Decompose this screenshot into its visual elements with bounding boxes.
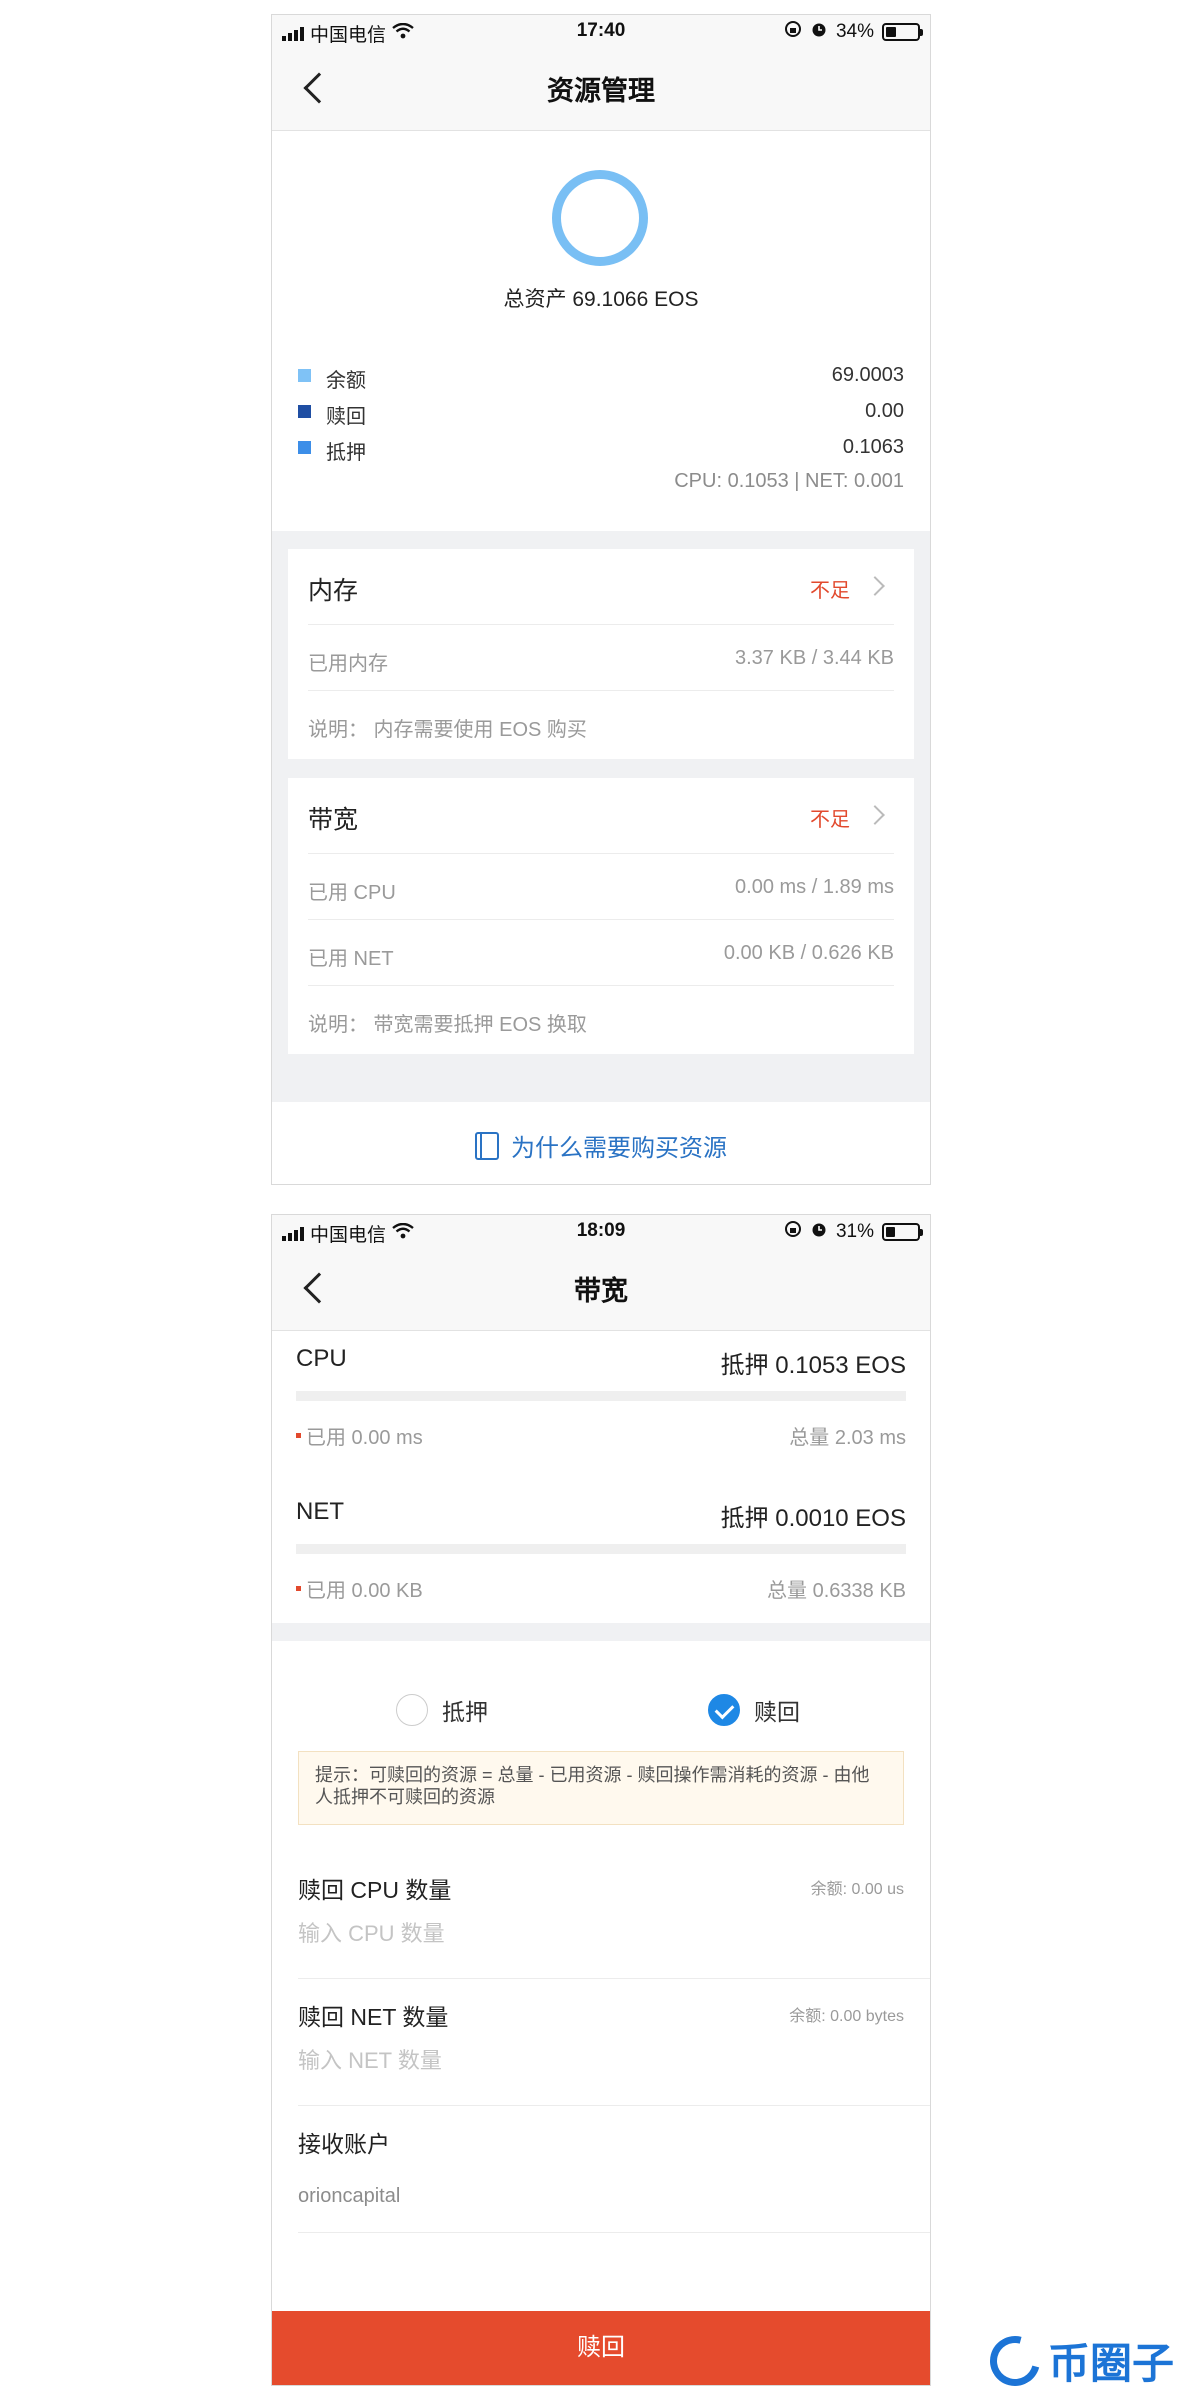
redeem-tip: 提示：可赎回的资源 = 总量 - 已用资源 - 赎回操作需消耗的资源 - 由他人… — [298, 1751, 904, 1825]
net-usage-bar — [296, 1544, 906, 1554]
option-stake-label: 抵押 — [442, 1699, 488, 1725]
net-used-label: 已用 NET — [308, 948, 394, 970]
usage-dot — [296, 1586, 301, 1592]
receiving-account-label: 接收账户 — [298, 2131, 390, 2157]
alarm-icon — [810, 20, 828, 44]
cpu-total: 总量 2.03 ms — [789, 1427, 906, 1449]
page-title: 资源管理 — [547, 76, 655, 106]
legend-value: 0.00 — [865, 400, 904, 422]
watermark-text: 币圈子 — [1048, 2340, 1175, 2387]
radio-checked-icon — [708, 1694, 740, 1726]
chevron-right-icon — [865, 805, 885, 825]
section-divider — [272, 1623, 930, 1641]
legend-item-staked: 抵押 0.1063 — [298, 434, 904, 464]
total-assets: 总资产 69.1066 EOS — [503, 288, 699, 311]
bandwidth-screen: 中国电信 18:09 31% 带宽 CPU 抵押 0.1053 EOS 已用 0… — [271, 1214, 931, 2386]
memory-card[interactable]: 内存 不足 已用内存 3.37 KB / 3.44 KB 说明： 内存需要使用 … — [288, 549, 914, 759]
alarm-icon — [810, 1220, 828, 1244]
resource-cards-area: 内存 不足 已用内存 3.37 KB / 3.44 KB 说明： 内存需要使用 … — [272, 531, 930, 1102]
bandwidth-title: 带宽 — [308, 806, 359, 834]
redeem-cpu-field: 赎回 CPU 数量 余额: 0.00 us — [298, 1853, 930, 1979]
legend-swatch — [298, 405, 311, 418]
redeem-cpu-balance: 余额: 0.00 us — [810, 1881, 904, 1898]
redeem-net-label: 赎回 NET 数量 — [298, 2004, 449, 2030]
status-bar: 中国电信 18:09 31% — [272, 1215, 930, 1247]
redeem-cpu-input[interactable] — [298, 1921, 898, 1947]
legend-label: 余额 — [326, 370, 366, 392]
memory-used-value: 3.37 KB / 3.44 KB — [735, 647, 894, 669]
legend-value: 69.0003 — [831, 364, 904, 386]
memory-note: 说明： 内存需要使用 EOS 购买 — [308, 719, 587, 741]
option-redeem-label: 赎回 — [754, 1699, 800, 1725]
legend-label: 赎回 — [326, 406, 366, 428]
cpu-used: 已用 0.00 ms — [296, 1421, 423, 1450]
bandwidth-note: 说明： 带宽需要抵押 EOS 换取 — [308, 1014, 587, 1036]
legend-label: 抵押 — [326, 442, 366, 464]
why-buy-resources-label: 为什么需要购买资源 — [511, 1135, 727, 1162]
assets-donut-chart — [552, 170, 648, 266]
status-bar: 中国电信 17:40 34% — [272, 15, 930, 47]
redeem-net-balance: 余额: 0.00 bytes — [789, 2008, 904, 2025]
cpu-stake: 抵押 0.1053 EOS — [720, 1352, 906, 1379]
battery-icon — [882, 23, 923, 41]
legend-item-balance: 余额 69.0003 — [298, 362, 904, 392]
bandwidth-card-header[interactable]: 带宽 不足 — [308, 778, 894, 854]
net-used-value: 0.00 KB / 0.626 KB — [723, 942, 894, 964]
legend-value: 0.1063 — [842, 436, 904, 458]
radio-unchecked-icon — [396, 1694, 428, 1726]
redeem-net-field: 赎回 NET 数量 余额: 0.00 bytes — [298, 1980, 930, 2106]
orientation-lock-icon — [784, 1220, 802, 1244]
orientation-lock-icon — [784, 20, 802, 44]
legend-swatch — [298, 369, 311, 382]
receiving-account-field[interactable]: 接收账户 orioncapital — [298, 2107, 930, 2233]
cpu-title: CPU — [296, 1345, 347, 1372]
battery-level-fill — [886, 27, 897, 37]
legend-item-redeem: 赎回 0.00 — [298, 398, 904, 428]
battery-level-fill — [886, 1227, 896, 1237]
memory-note-row: 说明： 内存需要使用 EOS 购买 — [308, 691, 894, 757]
usage-dot — [296, 1433, 301, 1439]
bandwidth-note-row: 说明： 带宽需要抵押 EOS 换取 — [308, 986, 894, 1052]
cpu-used-text: 已用 0.00 ms — [306, 1427, 423, 1449]
chevron-right-icon — [865, 576, 885, 596]
cpu-net-summary: CPU: 0.1053 | NET: 0.001 — [674, 470, 904, 492]
redeem-net-input[interactable] — [298, 2048, 898, 2074]
cpu-usage-bar — [296, 1391, 906, 1401]
why-buy-resources-link[interactable]: 为什么需要购买资源 — [272, 1102, 930, 1184]
battery-percent: 31% — [835, 1221, 874, 1242]
redeem-cpu-label: 赎回 CPU 数量 — [298, 1877, 452, 1903]
net-total: 总量 0.6338 KB — [767, 1580, 906, 1602]
memory-used-label: 已用内存 — [308, 653, 388, 675]
battery-icon — [882, 1223, 923, 1241]
nav-bar: 带宽 — [272, 1247, 930, 1331]
coin-logo-icon — [980, 2326, 1050, 2395]
watermark: 币圈子 — [980, 2326, 1175, 2395]
option-stake[interactable]: 抵押 — [396, 1693, 488, 1727]
option-redeem[interactable]: 赎回 — [708, 1693, 800, 1727]
memory-title: 内存 — [308, 577, 359, 605]
battery-percent: 34% — [835, 21, 874, 42]
book-icon — [475, 1131, 499, 1160]
memory-status: 不足 — [810, 580, 850, 602]
memory-card-header[interactable]: 内存 不足 — [308, 549, 894, 625]
cpu-used-value: 0.00 ms / 1.89 ms — [735, 876, 894, 898]
cpu-used-label: 已用 CPU — [308, 882, 396, 904]
cpu-used-row: 已用 CPU 0.00 ms / 1.89 ms — [308, 854, 894, 920]
receiving-account-value[interactable]: orioncapital — [298, 2185, 400, 2208]
legend-swatch — [298, 441, 311, 454]
bandwidth-status: 不足 — [810, 809, 850, 831]
page-title: 带宽 — [574, 1276, 628, 1306]
net-used-text: 已用 0.00 KB — [306, 1580, 423, 1602]
memory-used-row: 已用内存 3.37 KB / 3.44 KB — [308, 625, 894, 691]
resource-management-screen: 中国电信 17:40 34% 资源管理 总资产 69.1066 EOS 余额 6… — [271, 14, 931, 1185]
net-used: 已用 0.00 KB — [296, 1574, 423, 1603]
redeem-button[interactable]: 赎回 — [272, 2311, 930, 2385]
bandwidth-card[interactable]: 带宽 不足 已用 CPU 0.00 ms / 1.89 ms 已用 NET 0.… — [288, 778, 914, 1054]
net-used-row: 已用 NET 0.00 KB / 0.626 KB — [308, 920, 894, 986]
net-stake: 抵押 0.0010 EOS — [720, 1505, 906, 1532]
net-title: NET — [296, 1498, 344, 1525]
nav-bar: 资源管理 — [272, 47, 930, 131]
